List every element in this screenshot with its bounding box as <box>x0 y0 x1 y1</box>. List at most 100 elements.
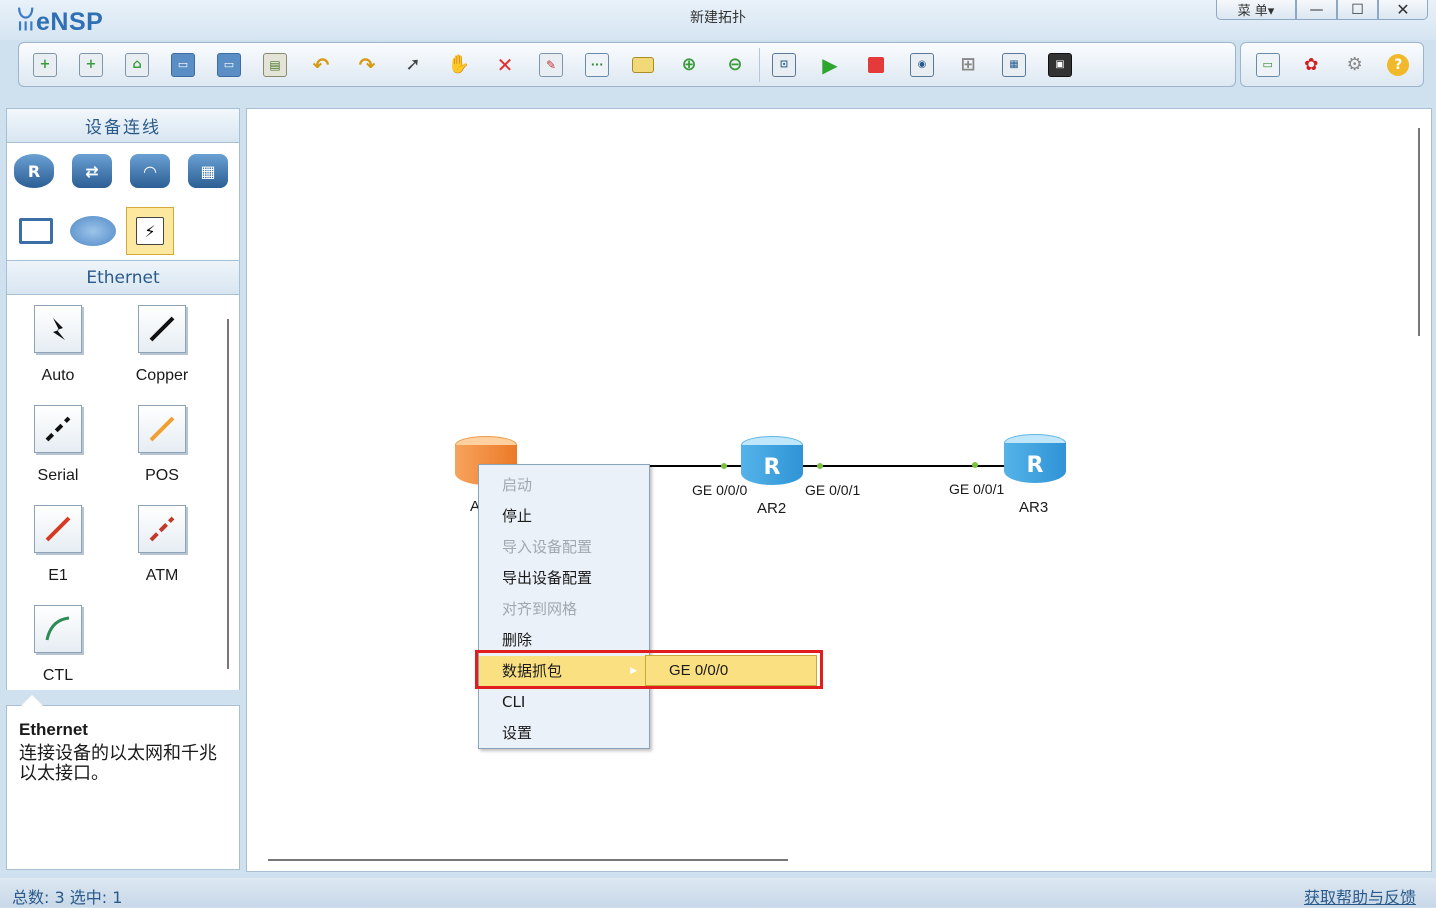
new-topology-icon: + <box>33 52 57 77</box>
e1-cable-icon <box>34 505 82 553</box>
pan-button[interactable]: ✋ <box>439 45 479 85</box>
devices-section-title: 设备连线 <box>6 108 240 143</box>
topology-button[interactable]: ⊞ <box>948 45 988 85</box>
cable-item-ctl[interactable]: CTL <box>13 595 103 691</box>
menu-item-start[interactable]: 启动 <box>479 470 649 501</box>
device-panel: 设备连线 R ⇄ ◠ ▦ ⚡ Ethernet Auto Copper Seri… <box>6 108 240 870</box>
capture-icon: ◉ <box>910 52 934 77</box>
cable-list-scrollbar[interactable] <box>227 319 229 669</box>
close-button[interactable]: ✕ <box>1378 0 1428 20</box>
router-category[interactable]: R <box>10 147 58 195</box>
open-button[interactable]: ⌂ <box>117 45 157 85</box>
menu-button[interactable]: 菜 单▾ <box>1216 0 1296 20</box>
pos-cable-icon <box>138 405 186 453</box>
help-feedback-link[interactable]: 获取帮助与反馈 <box>1304 884 1416 908</box>
cable-item-atm[interactable]: ATM <box>117 495 207 591</box>
new-device-button[interactable]: + <box>71 45 111 85</box>
router-body: R <box>741 445 803 485</box>
monitor-icon <box>19 218 53 244</box>
message-button[interactable]: ▭ <box>1249 45 1287 85</box>
cable-item-copper[interactable]: Copper <box>117 295 207 391</box>
switch-category[interactable]: ⇄ <box>68 147 116 195</box>
info-title: Ethernet <box>19 720 88 739</box>
grid-button[interactable]: ▦ <box>994 45 1034 85</box>
node-ar3[interactable]: R <box>1004 434 1066 490</box>
node-ar2[interactable]: R <box>741 436 803 492</box>
auto-cable-icon <box>34 305 82 353</box>
stop-device-button[interactable] <box>856 45 896 85</box>
cable-item-e1[interactable]: E1 <box>13 495 103 591</box>
menu-item-stop[interactable]: 停止 <box>479 501 649 532</box>
stop-device-icon <box>868 56 884 73</box>
screenshot-button[interactable]: ▣ <box>1040 45 1080 85</box>
redo-button[interactable]: ↷ <box>347 45 387 85</box>
rectangle-button[interactable] <box>623 45 663 85</box>
cable-category[interactable]: ⚡ <box>126 207 174 255</box>
delete-icon: ✕ <box>496 52 514 77</box>
cable-item-serial[interactable]: Serial <box>13 395 103 491</box>
help-icon: ? <box>1387 53 1410 76</box>
huawei-button[interactable]: ✿ <box>1293 45 1331 85</box>
delete-link-button[interactable]: ✎ <box>531 45 571 85</box>
auto-link-icon: ⚡ <box>136 217 164 245</box>
cable-item-auto[interactable]: Auto <box>13 295 103 391</box>
cable-label: Auto <box>41 367 75 384</box>
select-button[interactable]: ➚ <box>393 45 433 85</box>
pan-hand-icon: ✋ <box>447 54 471 75</box>
menu-item-import-config[interactable]: 导入设备配置 <box>479 532 649 563</box>
wlan-category[interactable]: ◠ <box>126 147 174 195</box>
menu-item-settings[interactable]: 设置 <box>479 718 649 749</box>
save-button[interactable]: ▭ <box>163 45 203 85</box>
delete-button[interactable]: ✕ <box>485 45 525 85</box>
capture-button[interactable]: ◉ <box>902 45 942 85</box>
menu-item-align-grid[interactable]: 对齐到网格 <box>479 594 649 625</box>
canvas-vertical-scrollbar[interactable] <box>1418 128 1420 336</box>
start-device-button[interactable]: ▶ <box>810 45 850 85</box>
zoom-out-button[interactable]: ⊖ <box>715 45 755 85</box>
firewall-category[interactable]: ▦ <box>184 147 232 195</box>
save-as-icon: ▭ <box>217 52 241 77</box>
menu-item-export-config[interactable]: 导出设备配置 <box>479 563 649 594</box>
minimize-button[interactable]: — <box>1296 0 1337 20</box>
port-status-indicator <box>817 463 823 469</box>
select-icon: ➚ <box>405 54 421 75</box>
port-label: GE 0/0/0 <box>692 482 748 498</box>
cable-label: Serial <box>37 467 79 484</box>
cloud-category[interactable] <box>69 207 117 255</box>
zoom-out-icon: ⊖ <box>727 54 743 75</box>
menu-item-cli[interactable]: CLI <box>479 687 649 718</box>
title-bar: ꈍeNSP 新建拓扑 菜 单▾ — ☐ ✕ <box>0 0 1436 40</box>
text-note-button[interactable]: ··· <box>577 45 617 85</box>
print-button[interactable]: ▤ <box>255 45 295 85</box>
settings-button[interactable]: ⚙ <box>1336 45 1374 85</box>
port-label: GE 0/0/1 <box>805 482 861 498</box>
cable-label: POS <box>145 467 179 484</box>
node-label-ar2: AR2 <box>757 500 787 517</box>
open-icon: ⌂ <box>125 52 149 77</box>
wireless-icon: ◠ <box>130 154 170 188</box>
fit-view-button[interactable]: ⊡ <box>764 45 804 85</box>
device-category-grid: R ⇄ ◠ ▦ ⚡ <box>6 143 240 260</box>
copper-cable-icon <box>138 305 186 353</box>
rectangle-icon <box>632 56 654 73</box>
grid-icon: ▦ <box>1002 52 1026 77</box>
canvas-horizontal-scrollbar[interactable] <box>268 859 788 861</box>
redo-icon: ↷ <box>358 52 376 77</box>
zoom-in-icon: ⊕ <box>681 54 697 75</box>
maximize-button[interactable]: ☐ <box>1337 0 1378 20</box>
highlight-annotation <box>475 650 823 689</box>
help-button[interactable]: ? <box>1380 45 1418 85</box>
new-topology-button[interactable]: + <box>25 45 65 85</box>
category-title: Ethernet <box>6 260 240 295</box>
toolbar-separator <box>759 47 760 82</box>
port-label: GE 0/0/1 <box>949 481 1005 497</box>
undo-button[interactable]: ↶ <box>301 45 341 85</box>
status-summary: 总数: 3 选中: 1 <box>12 888 123 907</box>
cable-item-pos[interactable]: POS <box>117 395 207 491</box>
node-label-ar3: AR3 <box>1019 499 1049 516</box>
pc-category[interactable] <box>12 207 60 255</box>
switch-icon: ⇄ <box>72 154 112 188</box>
zoom-in-button[interactable]: ⊕ <box>669 45 709 85</box>
save-as-button[interactable]: ▭ <box>209 45 249 85</box>
cable-label: ATM <box>145 567 179 584</box>
